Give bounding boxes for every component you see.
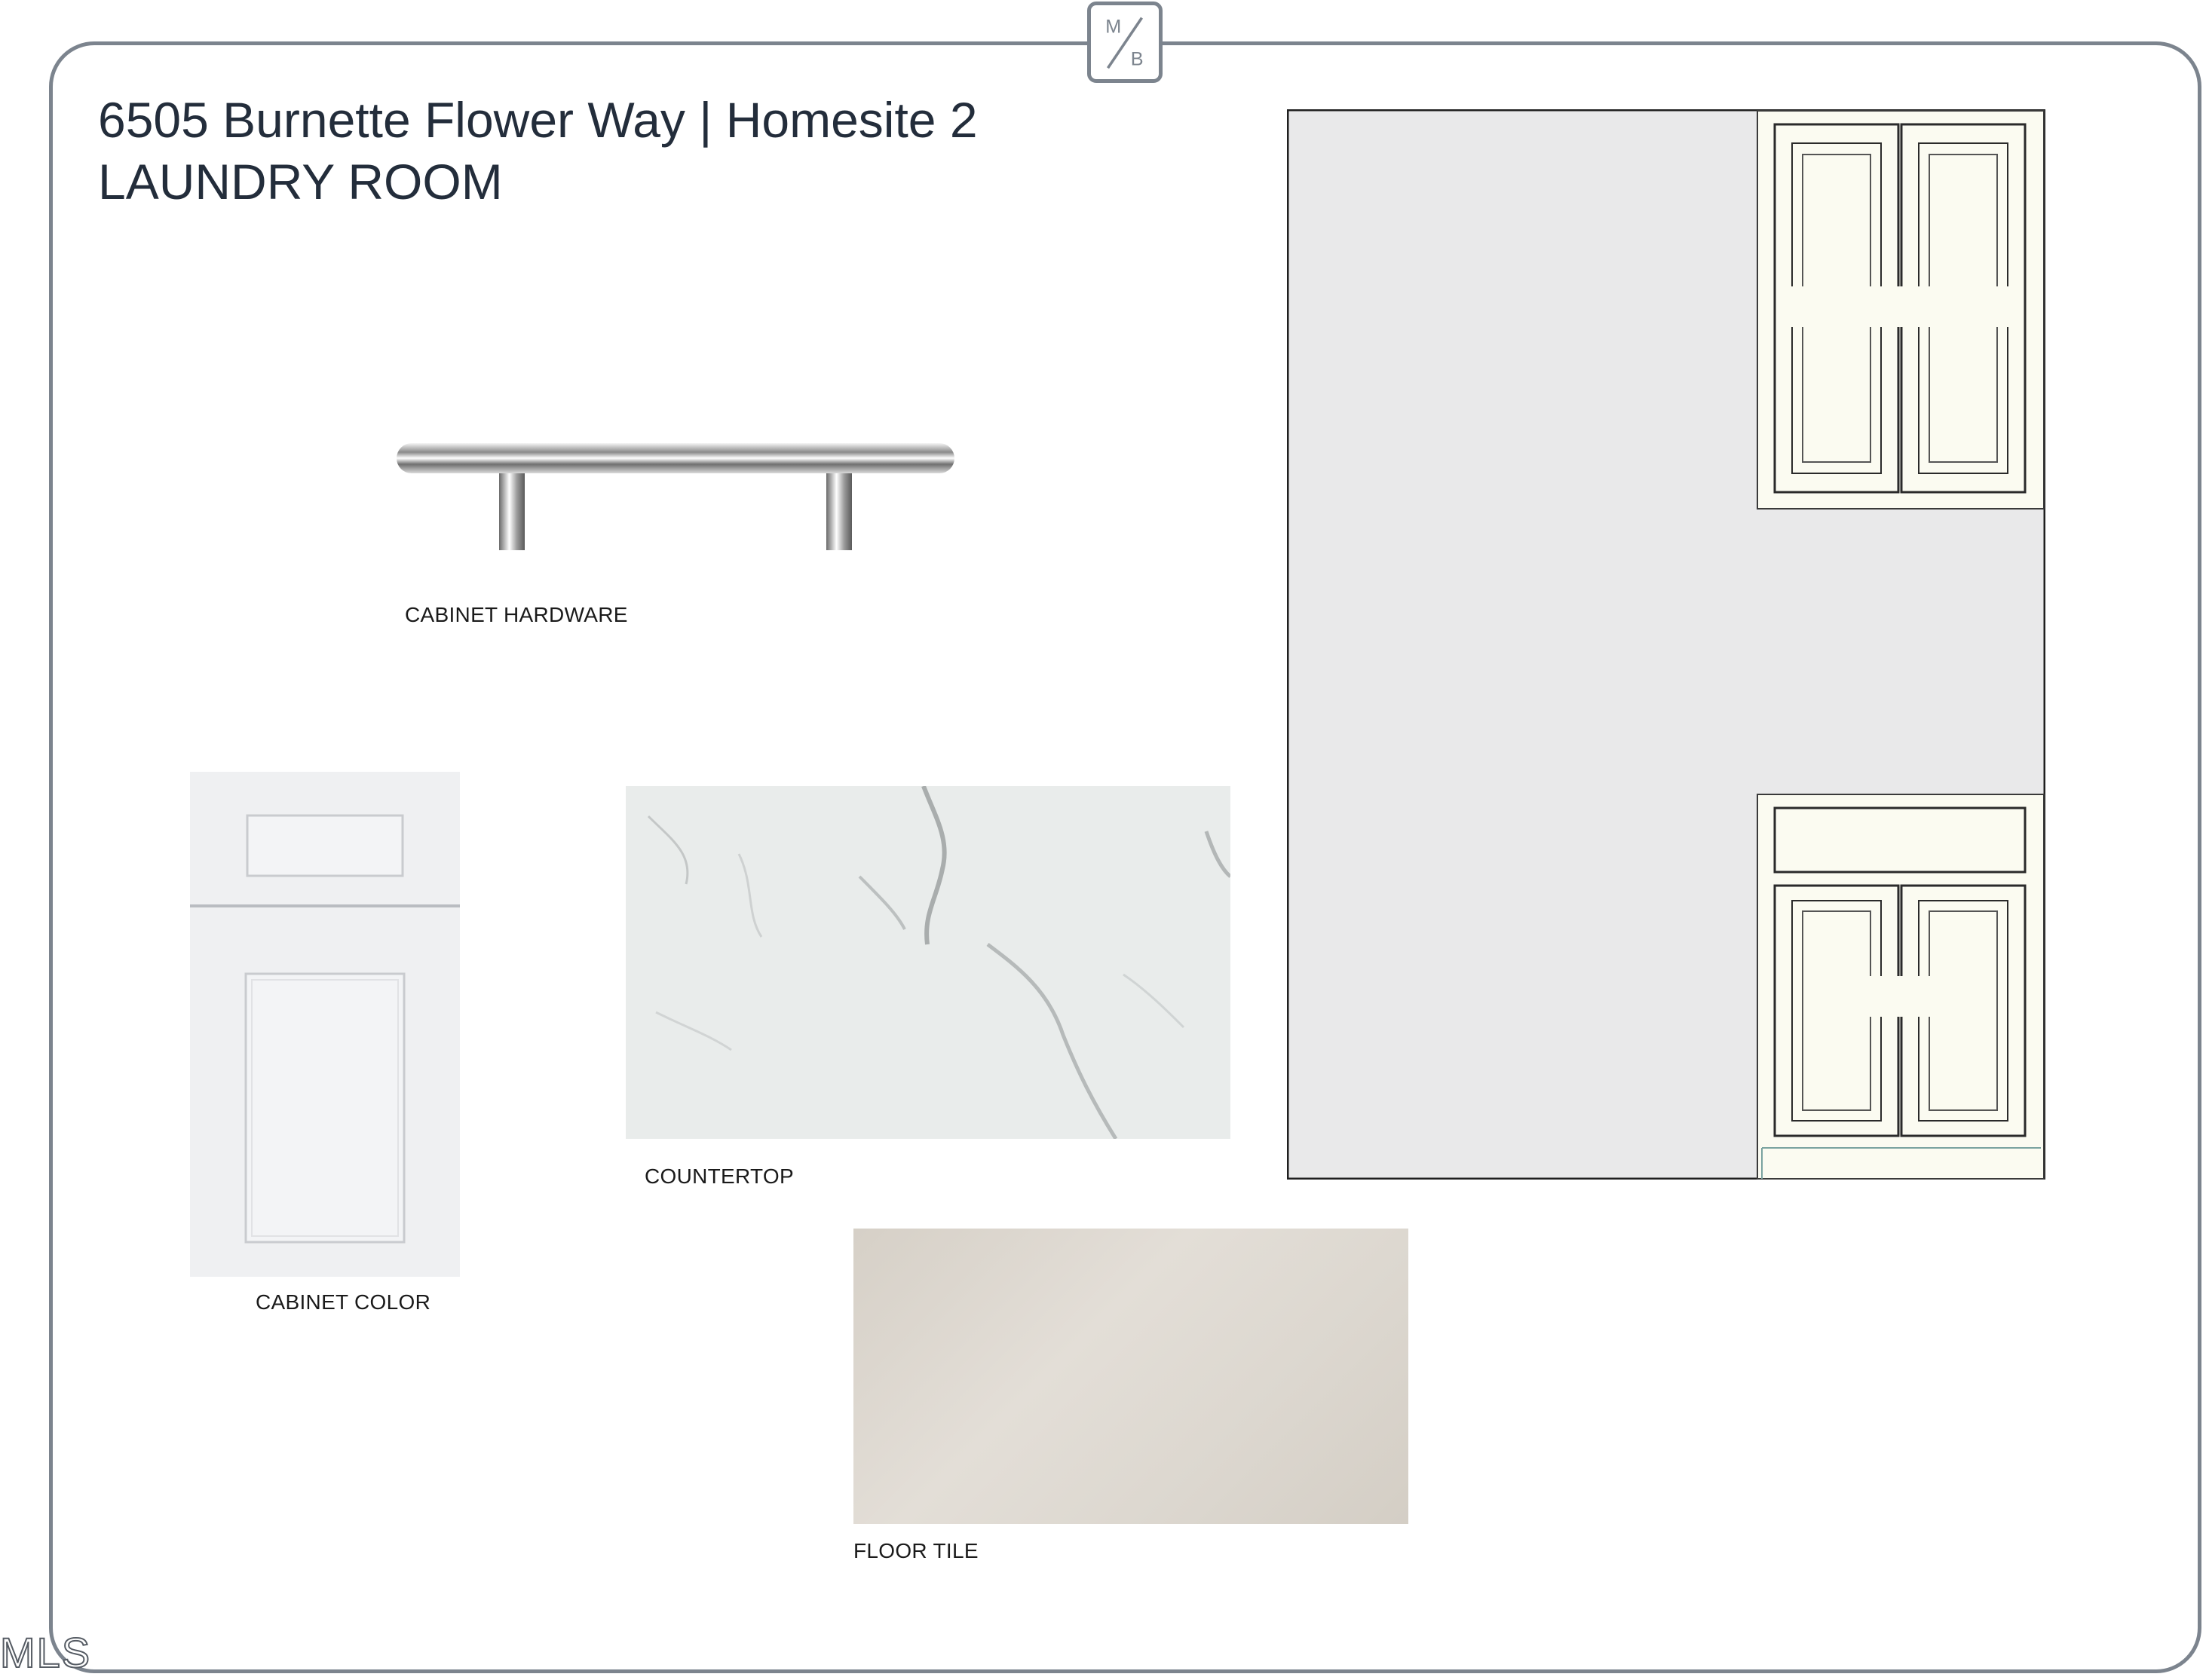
logo-letter-m: M [1105,16,1121,37]
logo-letter-b: B [1131,49,1144,70]
page-title: 6505 Burnette Flower Way | Homesite 2 LA… [98,89,978,213]
cabinet-hardware-image [369,347,995,618]
mls-watermark: MLS [0,1628,92,1677]
countertop-label: COUNTERTOP [645,1164,794,1188]
room-title: LAUNDRY ROOM [98,154,503,210]
floor-tile-label: FLOOR TILE [853,1539,979,1562]
cabinet-color-swatch [190,772,460,1277]
address-title: 6505 Burnette Flower Way | Homesite 2 [98,92,978,148]
cabinet-hardware-label: CABINET HARDWARE [405,603,628,626]
laundry-elevation-drawing [1286,109,2046,1180]
countertop-swatch [626,786,1230,1139]
cabinet-color-label: CABINET COLOR [256,1290,431,1314]
mb-logo: M B [1087,2,1163,83]
floor-tile-swatch [853,1229,1408,1524]
